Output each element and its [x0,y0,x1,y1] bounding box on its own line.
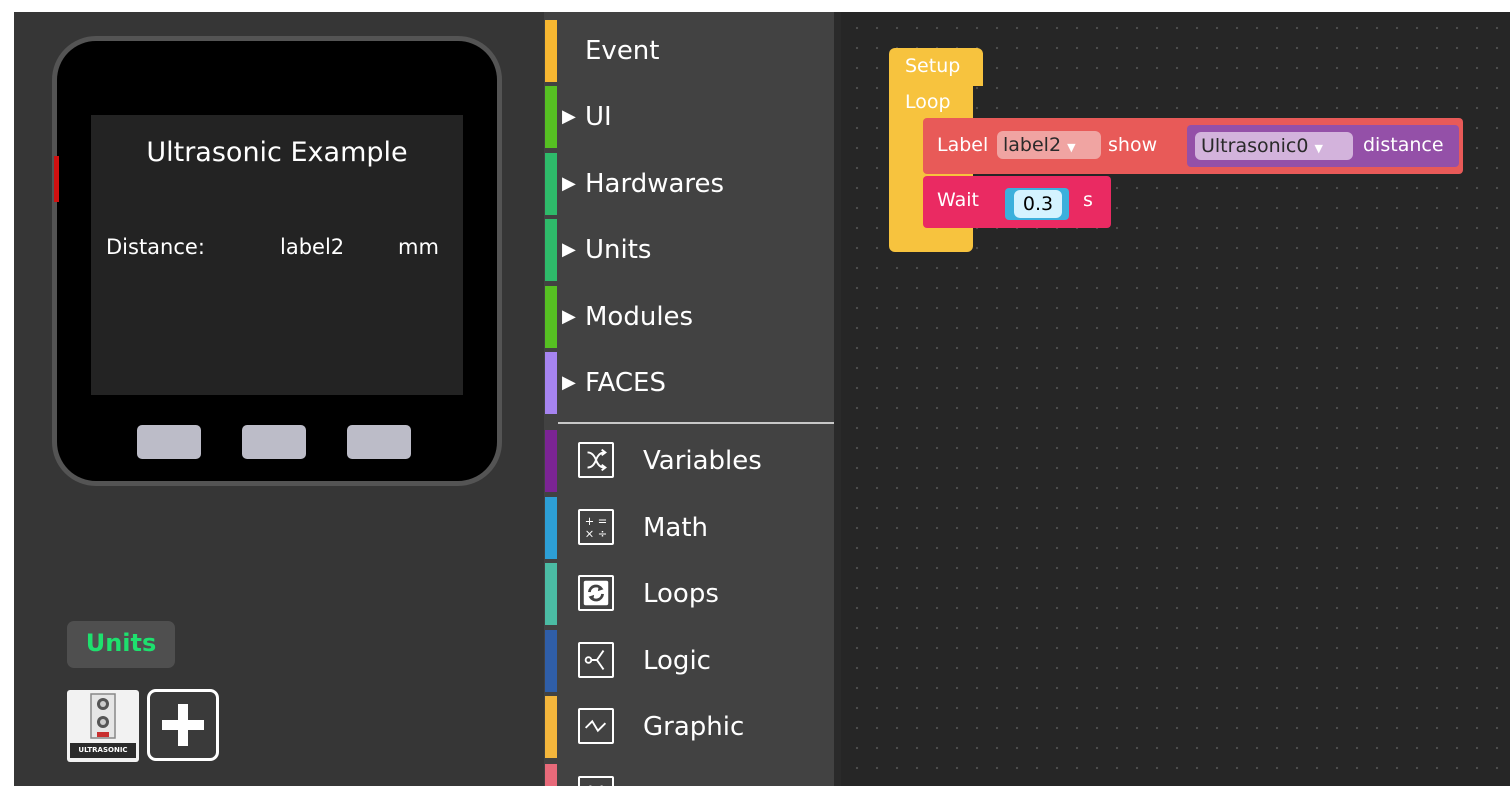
category-label: Logic [643,646,711,676]
sensor-dropdown-value: Ultrasonic0 [1201,135,1309,157]
category-color-bar [545,497,557,559]
category-label: Variables [643,446,762,476]
category-color-bar [545,430,557,492]
show-keyword: show [1108,134,1158,156]
label-show-block[interactable]: Label label2 ▼ show Ultrasonic0 ▼ distan… [923,118,1463,174]
category-label: UI [585,102,612,132]
category-color-bar [545,219,557,281]
category-label: Graphic [643,712,745,742]
svg-text:+ =: + = [585,515,608,528]
label-dropdown[interactable]: label2 ▼ [997,131,1101,159]
category-label: Loops [643,579,719,609]
units-title: Units [67,621,175,668]
toolbox-category-1[interactable]: Event [544,20,841,86]
category-label: Modules [585,302,694,332]
category-color-bar [545,352,557,414]
dropdown-arrow-icon: ▼ [1067,141,1076,154]
add-unit-button[interactable] [147,689,219,761]
emoji-icon [578,776,614,786]
ultrasonic-unit-thumbnail[interactable]: ULTRASONIC [67,690,139,762]
category-color-bar [545,286,557,348]
expand-arrow-icon[interactable]: ▶ [562,286,576,348]
category-color-bar [545,563,557,625]
toolbox-category-6[interactable]: ▶ FACES [544,352,841,418]
distance-label[interactable]: Distance: [106,235,205,259]
device-button-c[interactable] [347,425,411,459]
toolbox-builtin-6[interactable] [544,764,841,786]
device-preview-panel: Ultrasonic Example Distance: label2 mm U… [14,12,544,786]
loops-icon [578,575,614,611]
category-label: Math [643,513,709,543]
wait-unit: s [1083,189,1093,211]
wait-block[interactable]: Wait 0.3 s [923,176,1111,228]
toolbox-category-4[interactable]: ▶ Units [544,219,841,285]
logic-icon [578,642,614,678]
ultrasonic-distance-block[interactable]: Ultrasonic0 ▼ distance [1187,125,1459,167]
toolbox-divider [558,422,841,424]
loop-label: Loop [905,91,951,113]
category-label: Event [585,36,660,66]
distance-keyword: distance [1363,134,1444,156]
unit-label[interactable]: mm [398,235,439,259]
graphic-icon [578,708,614,744]
label-dropdown-value: label2 [1003,134,1062,156]
screen-title[interactable]: Ultrasonic Example [91,137,463,168]
toolbox-builtin-2[interactable]: + = × ÷ Math [544,497,841,563]
device-screen: Ultrasonic Example Distance: label2 mm [91,115,463,395]
label-keyword: Label [937,134,989,156]
expand-arrow-icon[interactable]: ▶ [562,153,576,215]
wait-keyword: Wait [937,189,979,211]
category-label: Units [585,235,652,265]
category-label: FACES [585,368,666,398]
toolbox-builtin-5[interactable]: Graphic [544,696,841,762]
dropdown-arrow-icon: ▼ [1314,142,1323,155]
setup-block[interactable]: Setup [889,48,983,86]
toolbox-scrollbar[interactable] [834,12,841,786]
expand-arrow-icon[interactable]: ▶ [562,86,576,148]
device-button-b[interactable] [242,425,306,459]
math-icon: + = × ÷ [578,509,614,545]
category-color-bar [545,764,557,786]
expand-arrow-icon[interactable]: ▶ [562,352,576,414]
device-frame: Ultrasonic Example Distance: label2 mm [52,36,502,486]
toolbox-builtin-1[interactable]: Variables [544,430,841,496]
category-color-bar [545,153,557,215]
app-window: Ultrasonic Example Distance: label2 mm U… [14,12,1510,786]
category-color-bar [545,20,557,82]
expand-arrow-icon[interactable]: ▶ [562,219,576,281]
unit-thumb-label: ULTRASONIC [78,746,128,754]
toolbox-builtin-4[interactable]: Logic [544,630,841,696]
toolbox-category-2[interactable]: ▶ UI [544,86,841,152]
setup-label: Setup [905,55,961,77]
toolbox-category-5[interactable]: ▶ Modules [544,286,841,352]
value-label[interactable]: label2 [280,235,344,259]
svg-text:× ÷: × ÷ [585,527,608,540]
device-button-a[interactable] [137,425,201,459]
block-toolbox: Event ▶ UI ▶ Hardwares ▶ Units ▶ Modules ▶ FACES Va… [544,12,841,786]
toolbox-category-3[interactable]: ▶ Hardwares [544,153,841,219]
toolbox-builtin-3[interactable]: Loops [544,563,841,629]
number-block[interactable]: 0.3 [1005,188,1069,220]
category-color-bar [545,86,557,148]
block-workspace[interactable]: Setup Loop Label label2 ▼ show Ultrasoni… [841,12,1510,786]
category-label: Hardwares [585,169,725,199]
device-side-indicator [54,156,59,202]
variables-icon [578,442,614,478]
wait-value-input[interactable]: 0.3 [1014,190,1062,218]
category-color-bar [545,696,557,758]
category-color-bar [545,630,557,692]
sensor-dropdown[interactable]: Ultrasonic0 ▼ [1195,132,1353,160]
